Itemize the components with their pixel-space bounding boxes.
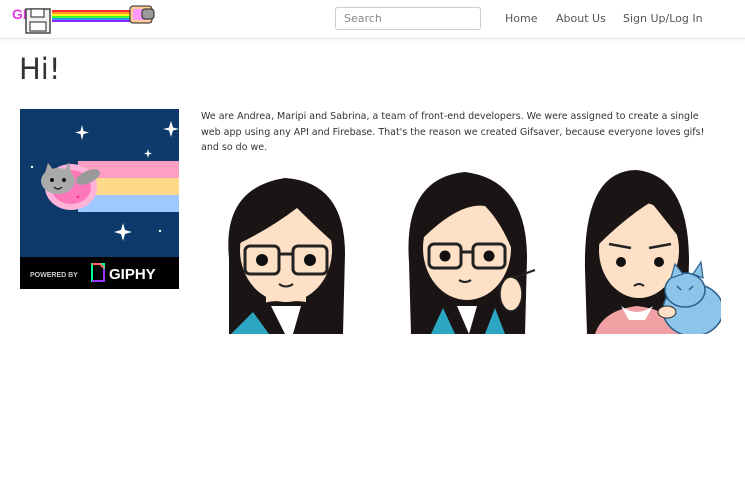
giphy-wordmark: GIPHY: [109, 266, 156, 283]
rainbow-trail-icon: [52, 10, 134, 22]
gifsaver-logo[interactable]: GIF: [12, 3, 157, 35]
avatar-sabrina: [584, 170, 721, 334]
nav-home-link[interactable]: Home: [505, 12, 537, 25]
nav-about-us-link[interactable]: About Us: [556, 12, 606, 25]
navbar: GIF Home About Us Sign Up/Log In: [0, 0, 745, 39]
nav-signup-login-link[interactable]: Sign Up/Log In: [623, 12, 703, 25]
powered-by-label: POWERED BY: [30, 272, 78, 279]
nyan-cat-gif: POWERED BY GIPHY: [20, 109, 179, 289]
avatar-maripi: [408, 172, 536, 334]
search-input[interactable]: [335, 7, 481, 30]
avatar-andrea: [228, 178, 345, 334]
page-title: Hi!: [19, 52, 61, 86]
floppy-disk-icon: [25, 8, 51, 34]
intro-paragraph: We are Andrea, Maripi and Sabrina, a tea…: [201, 111, 705, 153]
nyan-cat-icon: [129, 5, 155, 24]
